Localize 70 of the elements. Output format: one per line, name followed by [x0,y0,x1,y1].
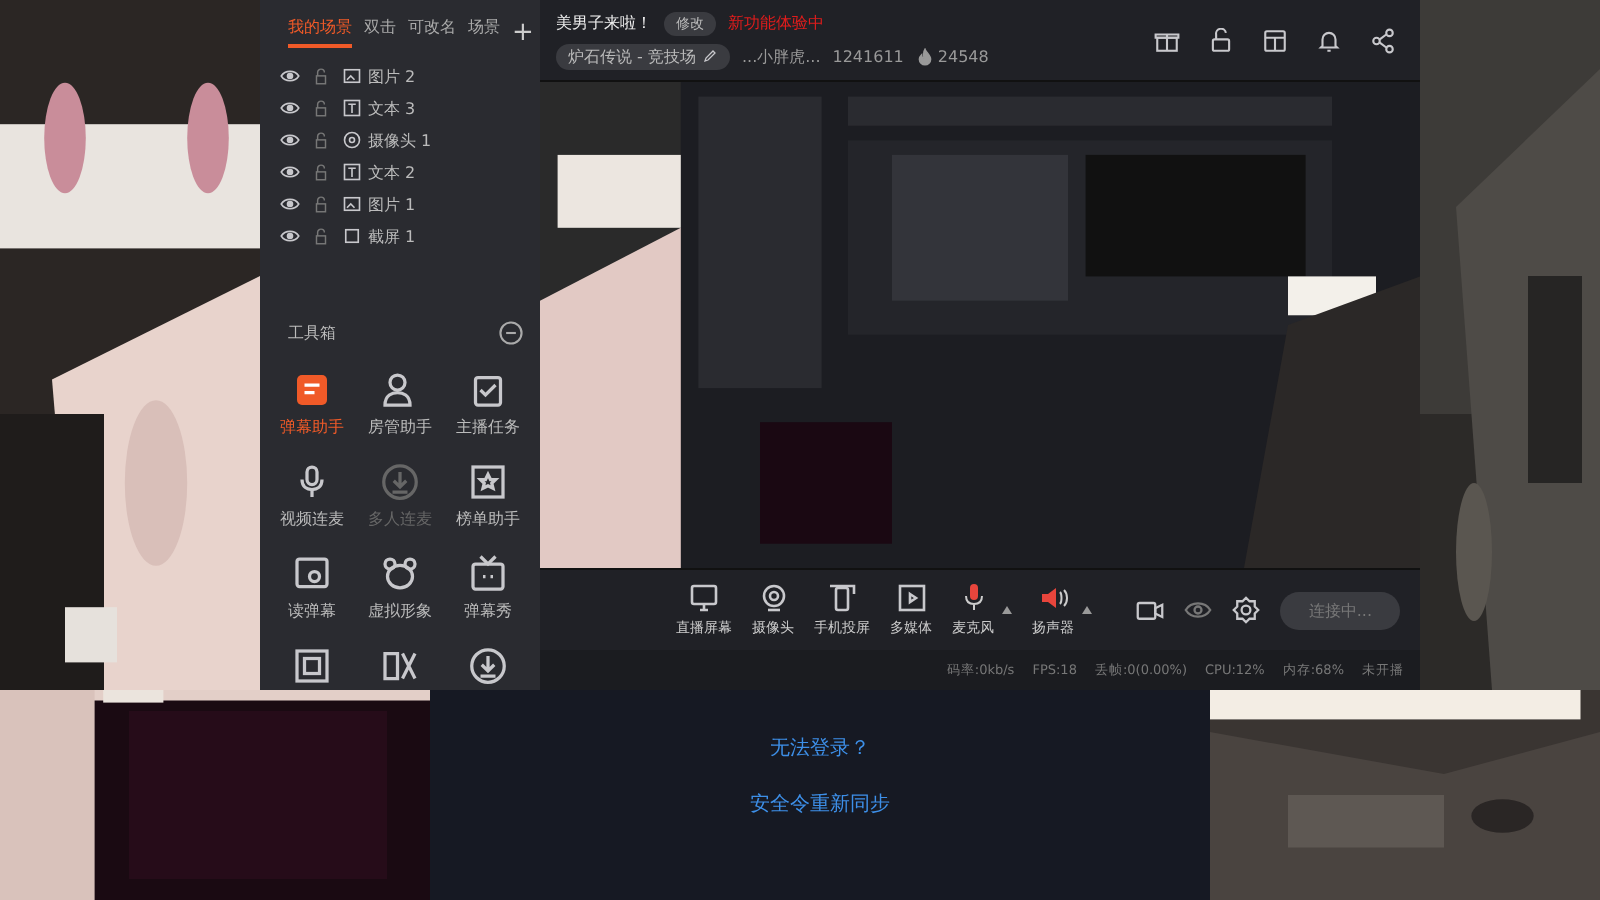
tool-button[interactable]: 主播任务 [444,370,532,442]
tool-button[interactable]: 弹幕秀 [444,554,532,626]
eye-icon[interactable] [1184,596,1213,624]
lock-icon[interactable] [312,195,330,213]
text-icon [342,98,362,118]
clipboard-icon [468,370,508,410]
scene-tab[interactable]: 可改名 [408,16,456,48]
download-icon [380,462,420,502]
help-link[interactable]: 安全令重新同步 [750,789,890,817]
eye-icon[interactable] [280,194,300,214]
gift-icon[interactable] [1154,27,1180,53]
streamer-name: ...小胖虎... [741,45,821,67]
lock-icon[interactable] [312,163,330,181]
add-scene-button[interactable]: + [512,17,534,47]
chat-icon [292,370,332,410]
bell-icon[interactable] [1316,27,1342,53]
notice-text: 新功能体验中 [728,12,824,34]
phone-icon [826,582,858,614]
eye-icon[interactable] [280,226,300,246]
eye-icon[interactable] [280,66,300,86]
room-title: 美男子来啦！ [556,12,652,34]
webcam-icon [757,582,789,614]
lock-icon[interactable] [312,131,330,149]
eye-icon[interactable] [280,98,300,118]
source-item[interactable]: 图片 1 [260,188,540,220]
pencil-icon [701,48,718,64]
source-item[interactable]: 文本 2 [260,156,540,188]
tool-button[interactable]: 虚拟形象 [356,554,444,626]
source-item[interactable]: 截屏 1 [260,220,540,252]
collapse-icon[interactable] [498,319,524,345]
caret-icon[interactable] [1002,606,1012,614]
scene-tab[interactable]: 场景 [468,16,500,48]
lock-icon[interactable] [312,99,330,117]
lock-icon[interactable] [312,227,330,245]
category-tag[interactable]: 炉石传说 - 竞技场 [556,43,730,69]
tool-button[interactable]: 榜单助手 [444,462,532,534]
layout-icon[interactable] [1262,27,1288,53]
scene-tab[interactable]: 双击 [364,16,396,48]
help-link[interactable]: 无法登录？ [770,733,870,761]
image-icon [342,194,362,214]
eye-icon[interactable] [280,162,300,182]
room-id: 1241611 [832,47,904,65]
unlock-icon[interactable] [1208,27,1234,53]
camera-icon [342,130,362,150]
fire-icon [915,47,934,65]
image-icon [342,66,362,86]
monitor-icon [688,582,720,614]
text-icon [342,162,362,182]
eye-icon[interactable] [280,130,300,150]
caret-icon[interactable] [1082,606,1092,614]
tool-button[interactable]: 弹幕助手 [268,370,356,442]
tool-button[interactable]: 读弹幕 [268,554,356,626]
play-icon [895,582,927,614]
speaker-icon [1037,582,1069,614]
record-icon[interactable] [1136,596,1165,624]
settings-icon[interactable] [1232,596,1261,624]
scene-tab[interactable]: 我的场景 [288,16,352,48]
download-icon [468,646,508,686]
tool-button[interactable]: 视频连麦 [268,462,356,534]
tv-icon [468,554,508,594]
frame-icon [292,646,332,686]
source-item[interactable]: 图片 2 [260,60,540,92]
tool-button[interactable]: 房管助手 [356,370,444,442]
source-item[interactable]: 文本 3 [260,92,540,124]
source-item[interactable]: 摄像头 1 [260,124,540,156]
heat-count: 24548 [937,47,989,65]
toolbox-title: 工具箱 [288,321,336,343]
lock-icon[interactable] [312,67,330,85]
bear-icon [380,554,420,594]
share-icon[interactable] [1370,27,1396,53]
